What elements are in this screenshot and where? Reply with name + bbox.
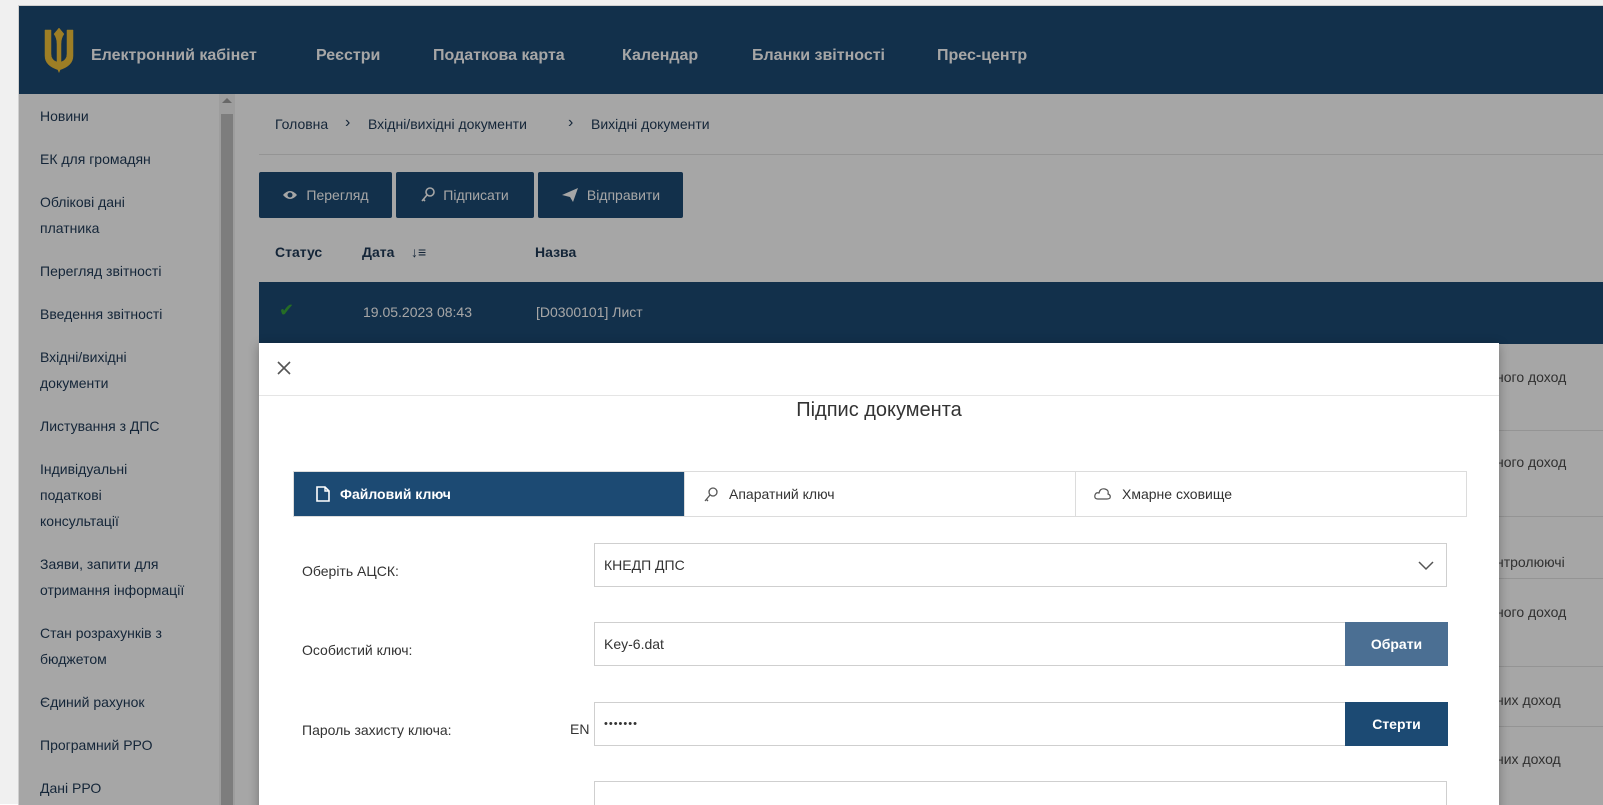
tab-file-key-label: Файловий ключ (340, 486, 451, 502)
acsk-select[interactable]: КНЕДП ДПС (594, 543, 1447, 587)
password-input-value: ••••••• (604, 718, 638, 730)
tab-cloud-storage[interactable]: Хмарне сховище (1076, 472, 1466, 516)
browser-frame: Електронний кабінет Реєстри Податкова ка… (0, 0, 1603, 805)
clear-password-button[interactable]: Стерти (1345, 702, 1448, 746)
private-key-value: Key-6.dat (604, 636, 664, 652)
tab-cloud-storage-label: Хмарне сховище (1122, 486, 1232, 502)
key-icon (704, 487, 718, 502)
app-window: Електронний кабінет Реєстри Податкова ка… (18, 5, 1603, 805)
divider (259, 395, 1499, 396)
keyboard-language-indicator: EN (570, 721, 590, 737)
modal-title: Підпис документа (796, 399, 962, 421)
password-input[interactable]: ••••••• (594, 702, 1346, 746)
acsk-label: Оберіть АЦСК: (302, 563, 399, 579)
chevron-down-icon (1418, 561, 1434, 571)
next-field-partial[interactable] (594, 781, 1447, 805)
private-key-field[interactable]: Key-6.dat (594, 622, 1346, 666)
acsk-select-value: КНЕДП ДПС (604, 557, 685, 573)
private-key-label: Особистий ключ: (302, 642, 413, 658)
sign-document-modal: Підпис документа Файловий ключ Апаратний… (259, 343, 1499, 805)
key-type-tabs: Файловий ключ Апаратний ключ Хмарне схов… (293, 471, 1467, 517)
close-icon[interactable] (273, 357, 295, 379)
tab-hardware-key-label: Апаратний ключ (729, 486, 835, 502)
tab-hardware-key[interactable]: Апаратний ключ (685, 472, 1075, 516)
file-icon (316, 486, 330, 502)
choose-key-button[interactable]: Обрати (1345, 622, 1448, 666)
tab-file-key[interactable]: Файловий ключ (294, 472, 684, 516)
cloud-icon (1094, 488, 1111, 500)
password-label: Пароль захисту ключа: (302, 722, 452, 738)
